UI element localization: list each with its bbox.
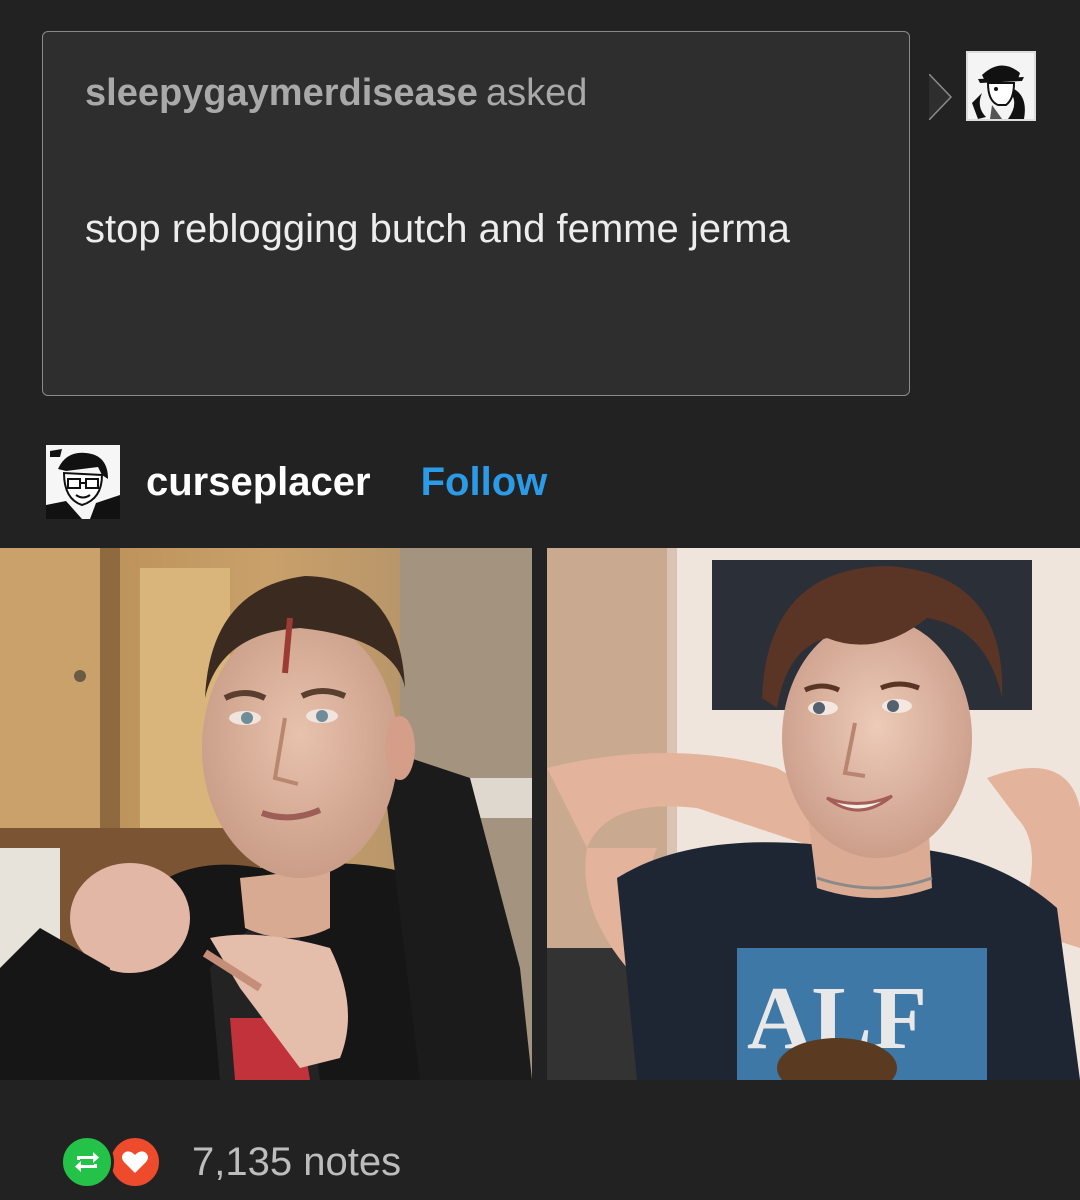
ask-question: stop reblogging butch and femme jerma [85,207,790,251]
post-photo-left[interactable] [0,548,532,1080]
post-footer: 7,135 notes [60,1134,401,1190]
post-header: curseplacer Follow [46,445,547,519]
ask-header: sleepygaymerdisease asked [85,72,587,115]
blog-avatar[interactable] [46,445,120,519]
heart-icon[interactable] [108,1135,162,1189]
blog-name[interactable]: curseplacer [146,460,371,505]
reblog-icon[interactable] [60,1135,114,1189]
asker-avatar[interactable] [966,51,1036,121]
asked-label: asked [485,72,588,114]
follow-button[interactable]: Follow [421,460,548,505]
tumblr-post: sleepygaymerdisease asked stop reblogging… [0,0,1080,1200]
post-photo-right[interactable]: ALF [547,548,1080,1080]
ask-box: sleepygaymerdisease asked stop reblogging… [42,31,953,396]
asker-name[interactable]: sleepygaymerdisease [85,72,478,114]
notes-count[interactable]: 7,135 notes [192,1140,401,1185]
